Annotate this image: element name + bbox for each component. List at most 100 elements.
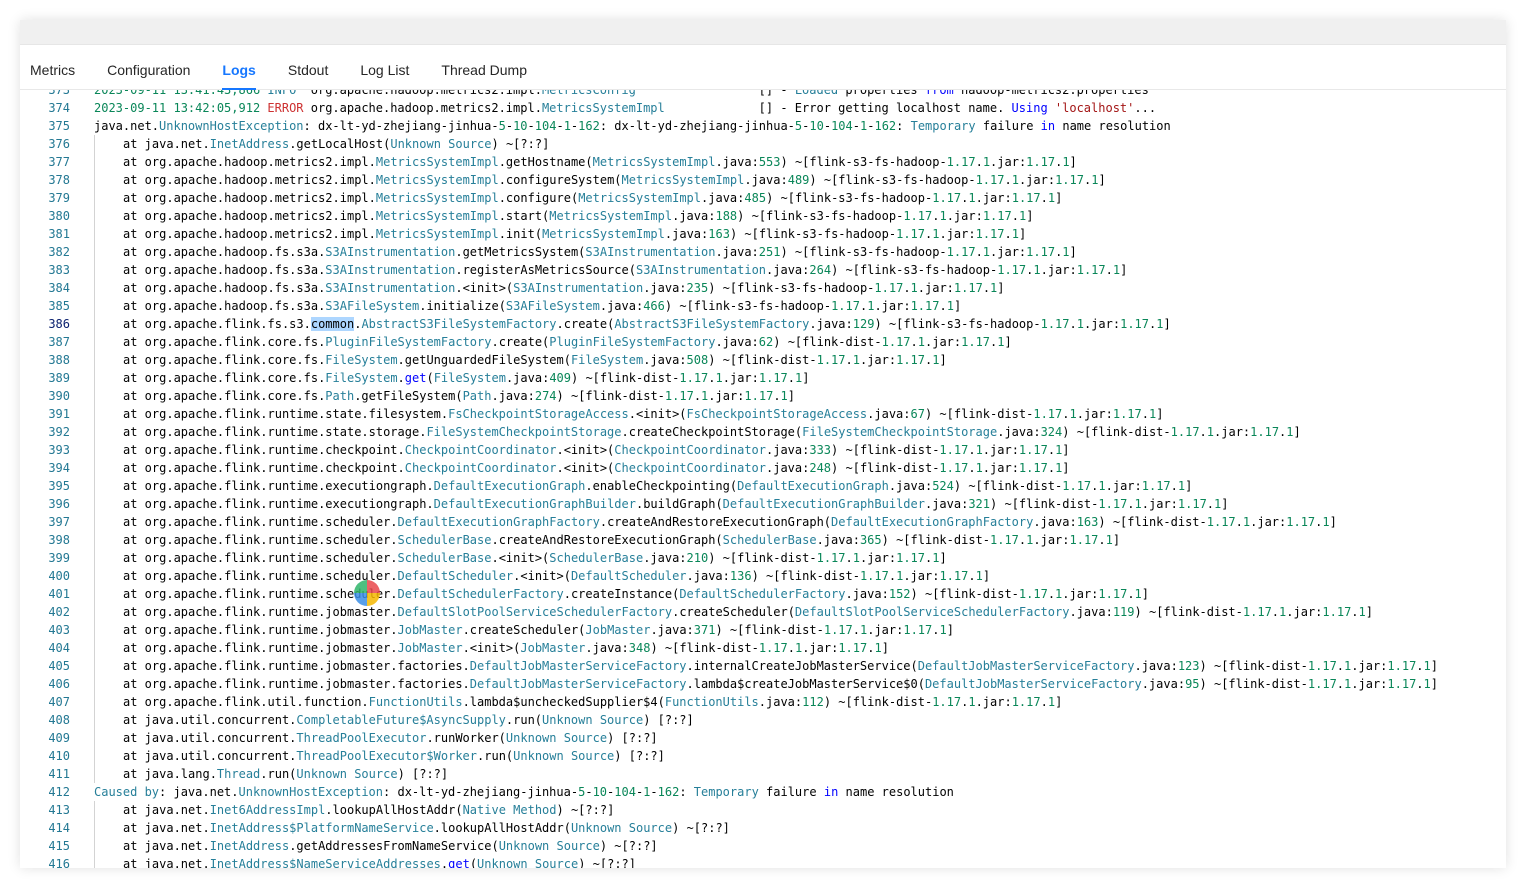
log-token: ] — [946, 623, 954, 637]
log-token: .java: — [888, 479, 933, 493]
line-number: 397 — [48, 515, 70, 529]
log-token: .java: — [505, 371, 550, 385]
log-token: JobMaster — [520, 641, 586, 655]
log-token: MetricsSystemImpl — [621, 173, 745, 187]
log-token: S3AFileSystem — [505, 299, 600, 313]
line-text: at org.apache.flink.fs.s3.common. Abstrac… — [94, 315, 1171, 333]
line-number: 373 — [48, 90, 70, 97]
log-line: 384 at org.apache.hadoop.fs.s3a.S3AInstru… — [20, 279, 1506, 297]
log-token: org.apache.hadoop.metrics2.impl. — [303, 101, 542, 115]
log-token: Unknown Source — [505, 731, 608, 745]
tab-metrics[interactable]: Metrics — [30, 62, 75, 89]
log-token: .java: — [1141, 677, 1186, 691]
log-token: ) ~[flink-s3-fs-hadoop- — [766, 191, 933, 205]
log-token: 248 — [809, 461, 832, 475]
log-line: 376 at java.net.InetAddress.getLocalHost(… — [20, 135, 1506, 153]
log-token: .run( — [477, 749, 514, 763]
log-token: CheckpointCoordinator — [614, 443, 766, 457]
log-token: get — [448, 857, 470, 868]
log-token: 1 — [874, 641, 882, 655]
log-token: 1.17 — [896, 227, 926, 241]
log-token: .getUnguardedFileSystem( — [397, 353, 571, 367]
line-number: 411 — [48, 767, 70, 781]
log-line: 379 at org.apache.hadoop.metrics2.impl.Me… — [20, 189, 1506, 207]
log-token: 1 — [1069, 407, 1077, 421]
log-token: FileSystemCheckpointStorage — [426, 425, 622, 439]
log-token: Thread — [216, 767, 261, 781]
log-token: at org.apache.hadoop.metrics2.impl. — [123, 227, 376, 241]
line-number: 383 — [48, 263, 70, 277]
log-token: 123 — [1177, 659, 1200, 673]
log-token: . — [1127, 587, 1135, 601]
log-line: 388 at org.apache.flink.core.fs.FileSyste… — [20, 351, 1506, 369]
log-token: ) ~[flink-s3-fs-hadoop- — [737, 209, 904, 223]
log-token: FunctionUtils — [664, 695, 759, 709]
log-token: ) ~[flink-dist- — [1062, 425, 1171, 439]
log-token: 321 — [968, 497, 991, 511]
log-token: ] — [1062, 443, 1070, 457]
log-token: .configureSystem( — [498, 173, 622, 187]
log-token: - — [585, 785, 593, 799]
log-token: .runWorker( — [426, 731, 506, 745]
log-line: 409 at java.util.concurrent.ThreadPoolExe… — [20, 729, 1506, 747]
log-token: 1 — [1011, 227, 1019, 241]
log-token: 1.17 — [838, 641, 868, 655]
log-token: 371 — [693, 623, 716, 637]
log-token: 1.17 — [1062, 479, 1092, 493]
log-token: 119 — [1112, 605, 1135, 619]
log-line: 382 at org.apache.hadoop.fs.s3a.S3AInstru… — [20, 243, 1506, 261]
log-token: . — [787, 641, 795, 655]
log-token: .<init>( — [513, 569, 571, 583]
log-token: 1.17 — [953, 281, 983, 295]
log-token: at org.apache.flink.runtime.executiongra… — [123, 479, 434, 493]
log-token: DefaultSlotPoolServiceSchedulerFactory — [794, 605, 1070, 619]
log-token: 1.17 — [1322, 605, 1352, 619]
tab-thread-dump[interactable]: Thread Dump — [441, 62, 527, 89]
log-token: 162 — [874, 119, 897, 133]
log-token: at org.apache.hadoop.metrics2.impl. — [123, 155, 376, 169]
log-token: 2023-09-11 13:41:43,866 — [94, 90, 268, 97]
log-token: 1.17 — [744, 389, 774, 403]
log-token: .java: — [809, 317, 853, 331]
tab-logs[interactable]: Logs — [222, 62, 257, 90]
log-token: FunctionUtils — [368, 695, 463, 709]
log-token: ] — [1026, 209, 1034, 223]
log-token: .java: — [650, 623, 694, 637]
log-token: .java: — [599, 299, 644, 313]
log-token: ] — [1018, 227, 1027, 241]
tab-log-list[interactable]: Log List — [360, 62, 409, 89]
log-token: .init( — [498, 227, 543, 241]
log-token: FileSystem — [570, 353, 644, 367]
log-line: 410 at java.util.concurrent.ThreadPoolExe… — [20, 747, 1506, 765]
line-text: at java.net.InetAddress.getLocalHost(Unk… — [94, 135, 549, 153]
log-token: Caused by — [94, 785, 160, 799]
log-token: 1.17 — [1250, 425, 1280, 439]
log-token: at java.util.concurrent. — [123, 731, 297, 745]
loading-cursor-icon — [354, 580, 380, 606]
log-token: Temporary — [910, 119, 976, 133]
log-token: CheckpointCoordinator — [404, 443, 557, 457]
log-token: .getLocalHost( — [289, 137, 391, 151]
log-token: .jar: — [975, 695, 1012, 709]
log-token: 1.17 — [1387, 677, 1417, 691]
tab-stdout[interactable]: Stdout — [288, 62, 328, 89]
log-token: 1 — [1062, 245, 1070, 259]
log-token: .jar: — [975, 191, 1012, 205]
log-token: . — [910, 335, 918, 349]
log-token: 'localhost' — [1054, 101, 1135, 115]
log-token: . — [852, 623, 860, 637]
log-token: 1.17 — [997, 263, 1027, 277]
line-number: 375 — [48, 119, 70, 133]
log-token: . — [968, 443, 976, 457]
log-token: 1.17 — [1170, 425, 1200, 439]
log-viewer[interactable]: 373 2023-09-11 13:41:43,866 INFO org.apac… — [20, 90, 1506, 868]
line-text: at org.apache.flink.runtime.executiongra… — [94, 477, 1192, 495]
log-token: 1.17 — [1307, 677, 1337, 691]
log-token: . — [1336, 677, 1345, 691]
tab-configuration[interactable]: Configuration — [107, 62, 190, 89]
log-token: ] — [1329, 515, 1337, 529]
line-number: 410 — [48, 749, 70, 763]
log-token: .jar: — [982, 461, 1019, 475]
log-token: - — [556, 119, 564, 133]
log-token: 1.17 — [1307, 659, 1337, 673]
